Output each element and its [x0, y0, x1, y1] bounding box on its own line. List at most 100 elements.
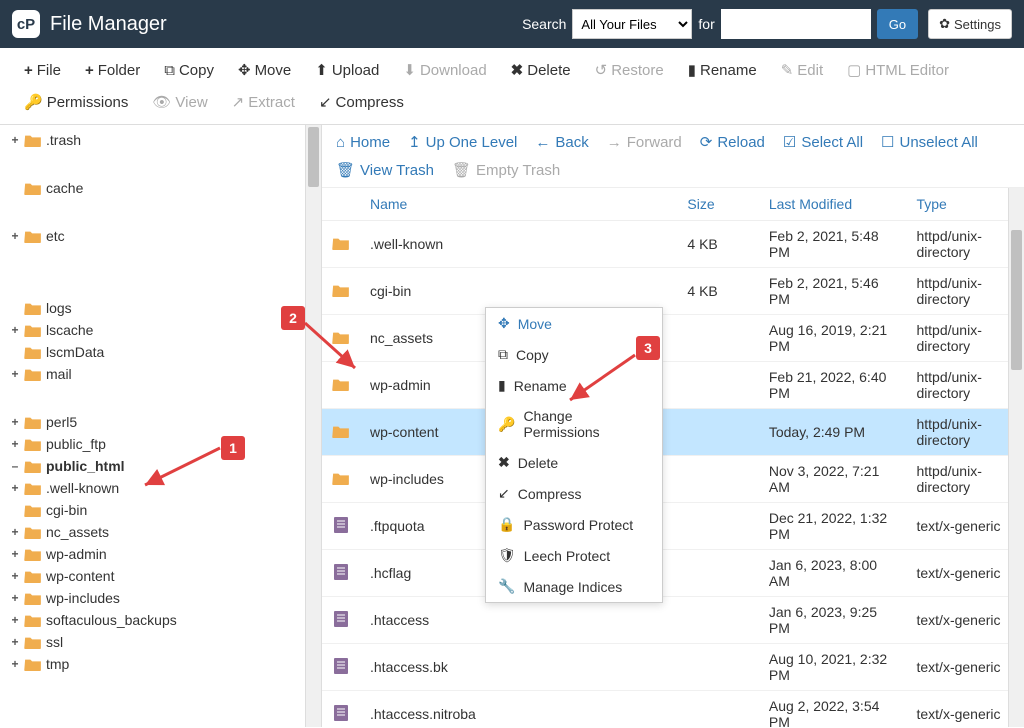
extract-button[interactable]: ↗Extract	[220, 86, 307, 118]
ctx-rename[interactable]: ▮Rename	[486, 370, 662, 401]
folder-icon	[24, 459, 42, 473]
search-input[interactable]	[721, 9, 871, 39]
search-scope-select[interactable]: All Your Files	[572, 9, 692, 39]
col-size[interactable]: Size	[677, 188, 758, 221]
forward-button[interactable]: →Forward	[607, 133, 682, 151]
pencil-icon: ✎	[781, 61, 794, 79]
go-button[interactable]: Go	[877, 9, 918, 39]
tree-item-wp-admin[interactable]: +wp-admin	[8, 543, 321, 565]
select-all-button[interactable]: ☑Select All	[783, 133, 863, 151]
expander-icon[interactable]: +	[8, 525, 22, 539]
table-row[interactable]: .ftpquotaDec 21, 2022, 1:32 PMtext/x-gen…	[322, 503, 1024, 550]
view-trash-button[interactable]: 🗑View Trash	[336, 161, 434, 179]
tree-item-label: etc	[46, 228, 65, 244]
ctx-delete[interactable]: ✖Delete	[486, 447, 662, 478]
move-button[interactable]: ✥Move	[226, 54, 303, 86]
table-row[interactable]: .htaccess.bkAug 10, 2021, 2:32 PMtext/x-…	[322, 644, 1024, 691]
tree-item-lscache[interactable]: +lscache	[8, 319, 321, 341]
up-icon: ↥	[408, 133, 421, 151]
table-row[interactable]: cgi-bin4 KBFeb 2, 2021, 5:46 PMhttpd/uni…	[322, 268, 1024, 315]
expander-icon[interactable]: +	[8, 229, 22, 243]
tree-item-public-html[interactable]: –public_html	[8, 455, 321, 477]
plus-icon: +	[85, 62, 94, 79]
expander-icon[interactable]: +	[8, 367, 22, 381]
table-row[interactable]: wp-contentToday, 2:49 PMhttpd/unix-direc…	[322, 409, 1024, 456]
expander-icon[interactable]: +	[8, 481, 22, 495]
folder-icon	[24, 525, 42, 539]
tree-item-etc[interactable]: + etc	[8, 225, 321, 247]
expander-icon[interactable]: +	[8, 635, 22, 649]
expander-icon[interactable]: +	[8, 613, 22, 627]
table-row[interactable]: wp-includesNov 3, 2022, 7:21 AMhttpd/uni…	[322, 456, 1024, 503]
file-button[interactable]: +File	[12, 55, 73, 86]
expander-icon[interactable]: +	[8, 547, 22, 561]
delete-button[interactable]: ✖Delete	[499, 54, 583, 86]
upload-button[interactable]: ⬆Upload	[303, 54, 391, 86]
tree-item-lscmData[interactable]: lscmData	[8, 341, 321, 363]
sidebar-scrollbar[interactable]	[305, 125, 321, 727]
ctx-change-permissions[interactable]: 🔑Change Permissions	[486, 401, 662, 447]
tree-item-logs[interactable]: logs	[8, 297, 321, 319]
expander-icon[interactable]: +	[8, 133, 22, 147]
permissions-button[interactable]: 🔑Permissions	[12, 86, 140, 118]
tree-item-mail[interactable]: +mail	[8, 363, 321, 385]
copy-button[interactable]: ⧉Copy	[152, 55, 226, 86]
ctx-move[interactable]: ✥Move	[486, 308, 662, 339]
back-button[interactable]: ←Back	[535, 133, 588, 151]
download-button[interactable]: ⬇Download	[391, 54, 498, 86]
ctx-password-protect[interactable]: 🔒Password Protect	[486, 509, 662, 540]
expander-icon[interactable]: +	[8, 569, 22, 583]
ctx-leech-protect[interactable]: 🛡Leech Protect	[486, 540, 662, 571]
expander-icon[interactable]: +	[8, 437, 22, 451]
tree-item-wp-content[interactable]: +wp-content	[8, 565, 321, 587]
folder-tree-sidebar[interactable]: +.trash cache + etc logs+lscachelscmData+mai…	[0, 125, 322, 727]
rename-button[interactable]: ▮Rename	[676, 54, 769, 86]
file-name: .htaccess.nitroba	[360, 691, 677, 728]
col-name[interactable]: Name	[360, 188, 677, 221]
compress-button[interactable]: ↙Compress	[307, 86, 416, 118]
col-type[interactable]: Type	[906, 188, 1024, 221]
tree-item-public-ftp[interactable]: +public_ftp	[8, 433, 321, 455]
home-button[interactable]: ⌂Home	[336, 133, 390, 151]
table-row[interactable]: wp-adminFeb 21, 2022, 6:40 PMhttpd/unix-…	[322, 362, 1024, 409]
tree-item-perl5[interactable]: +perl5	[8, 411, 321, 433]
empty-trash-button[interactable]: 🗑Empty Trash	[452, 161, 560, 179]
tree-item-cgi-bin[interactable]: cgi-bin	[8, 499, 321, 521]
ctx-copy[interactable]: ⧉Copy	[486, 339, 662, 370]
unselect-all-button[interactable]: ☐Unselect All	[881, 133, 978, 151]
reload-button[interactable]: ⟳Reload	[700, 133, 765, 151]
folder-icon	[322, 315, 360, 362]
folder-button[interactable]: +Folder	[73, 55, 152, 86]
ctx-manage-indices[interactable]: 🔧Manage Indices	[486, 571, 662, 602]
html-editor-button[interactable]: ▢HTML Editor	[835, 54, 961, 86]
tree-item-wp-includes[interactable]: +wp-includes	[8, 587, 321, 609]
expander-icon[interactable]: +	[8, 415, 22, 429]
expander-icon[interactable]: +	[8, 657, 22, 671]
table-row[interactable]: nc_assetsAug 16, 2019, 2:21 PMhttpd/unix…	[322, 315, 1024, 362]
expander-icon[interactable]: +	[8, 323, 22, 337]
tree-item-ssl[interactable]: +ssl	[8, 631, 321, 653]
tree-item--trash[interactable]: +.trash	[8, 129, 321, 151]
file-modified: Feb 2, 2021, 5:48 PM	[759, 221, 907, 268]
move-icon: ✥	[498, 315, 510, 332]
ctx-compress[interactable]: ↙Compress	[486, 478, 662, 509]
tree-item-softaculous-backups[interactable]: +softaculous_backups	[8, 609, 321, 631]
table-scrollbar[interactable]	[1008, 188, 1024, 727]
table-row[interactable]: .htaccess.nitrobaAug 2, 2022, 3:54 PMtex…	[322, 691, 1024, 728]
tree-item--well-known[interactable]: +.well-known	[8, 477, 321, 499]
table-row[interactable]: .htaccessJan 6, 2023, 9:25 PMtext/x-gene…	[322, 597, 1024, 644]
tree-item-nc-assets[interactable]: +nc_assets	[8, 521, 321, 543]
expander-icon[interactable]: +	[8, 591, 22, 605]
tree-item-cache[interactable]: cache	[8, 177, 321, 199]
table-row[interactable]: .hcflagJan 6, 2023, 8:00 AMtext/x-generi…	[322, 550, 1024, 597]
col-modified[interactable]: Last Modified	[759, 188, 907, 221]
view-button[interactable]: 👁View	[140, 86, 219, 118]
table-row[interactable]: .well-known4 KBFeb 2, 2021, 5:48 PMhttpd…	[322, 221, 1024, 268]
up-one-level-button[interactable]: ↥Up One Level	[408, 133, 517, 151]
lock-icon: 🔒	[498, 516, 515, 533]
settings-button[interactable]: ✿ Settings	[928, 9, 1012, 39]
expander-icon[interactable]: –	[8, 459, 22, 473]
restore-button[interactable]: ↺Restore	[583, 54, 676, 86]
edit-button[interactable]: ✎Edit	[769, 54, 835, 86]
tree-item-tmp[interactable]: +tmp	[8, 653, 321, 675]
